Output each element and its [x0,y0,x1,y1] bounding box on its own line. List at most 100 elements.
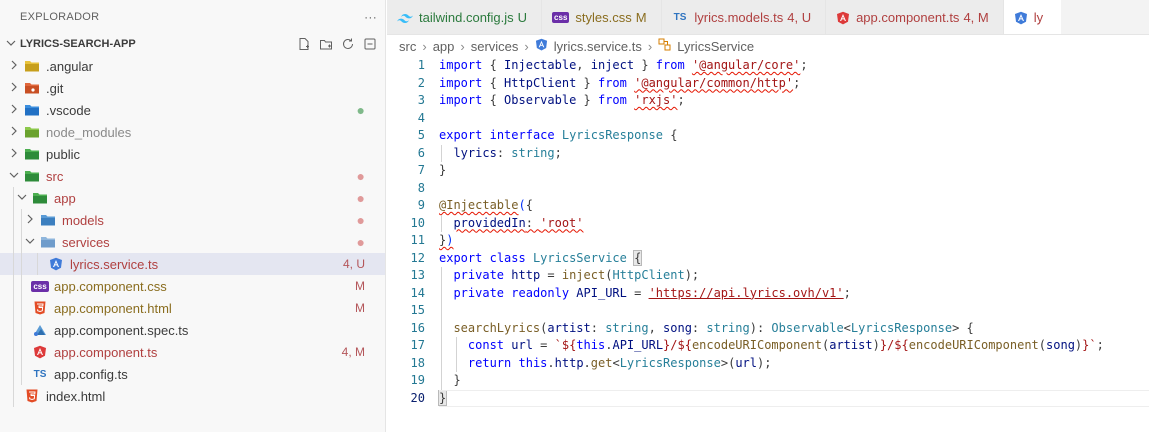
folder-app-icon [32,190,48,206]
status-dot: ● [356,190,365,206]
tree-item-label: app.component.ts [54,344,158,360]
code-line: 3 import { Observable } from 'rxjs'; [387,92,1149,110]
editor-tabs: tailwind.config.js U css styles.css M TS… [387,0,1149,35]
tree-item-angular[interactable]: .angular [0,55,385,77]
typescript-icon: TS [33,368,47,380]
status-dot: ● [356,234,365,250]
indent-guide [21,275,22,297]
tree-item-app-component-html[interactable]: app.component.html M [0,297,385,319]
tree-item-vscode[interactable]: .vscode ● [0,99,385,121]
code-line: 17 const url = `${this.API_URL}/${encode… [387,337,1149,355]
git-status-badge: M [355,301,365,315]
folder-models-icon [40,212,56,228]
tree-item-app-component-css[interactable]: css app.component.css M [0,275,385,297]
breadcrumb-item[interactable]: services [471,39,519,54]
tree-item-label: app.config.ts [54,366,128,382]
breadcrumb-item[interactable]: src [399,39,416,54]
angular-icon [535,38,548,54]
line-number: 4 [417,110,425,125]
import-path: 'rxjs' [634,93,678,107]
line-number: 10 [410,215,425,230]
workspace-title: LYRICS-SEARCH-APP [20,38,136,50]
angular-icon [32,344,48,360]
indent-guide [13,319,14,341]
tree-item-index-html[interactable]: index.html [0,385,385,407]
code-line: 15 [387,302,1149,320]
tree-item-label: src [46,168,64,184]
code-line: 11}) [387,232,1149,250]
collapse-all-icon[interactable] [363,37,377,51]
line-number: 14 [410,285,425,300]
new-folder-icon[interactable] [319,37,333,51]
code-editor[interactable]: 1 import { Injectable, inject } from '@an… [387,57,1149,407]
status-dot: ● [356,212,365,228]
new-file-icon[interactable] [297,37,311,51]
breadcrumb-item[interactable]: lyrics.service.ts [554,39,642,54]
api-url-literal[interactable]: 'https://api.lyrics.ovh/v1' [649,286,844,300]
indent-guide [21,231,22,253]
folder-public-icon [24,146,40,162]
chevron-right-icon [6,60,22,73]
tree-item-label: services [62,234,110,250]
tab-tailwind-config[interactable]: tailwind.config.js U [387,0,543,34]
tree-item-services[interactable]: services ● [0,231,385,253]
import-path: '@angular/core' [691,58,801,72]
git-status-badge: 4, M [341,345,365,359]
tree-item-app-component-spec[interactable]: app.component.spec.ts [0,319,385,341]
indent-guide [13,275,14,297]
tree-item-node-modules[interactable]: node_modules [0,121,385,143]
tab-badge: 4, M [963,10,989,25]
tree-item-lyrics-service[interactable]: lyrics.service.ts 4, U [0,253,385,275]
code-line: 6 lyrics: string; [387,144,1149,162]
html-icon [32,300,48,316]
breadcrumb-item[interactable]: LyricsService [677,39,754,54]
refresh-icon[interactable] [341,37,355,51]
tree-item-label: .angular [46,58,93,74]
indent-guide [13,231,14,253]
tab-lyrics-service-active[interactable]: ly [1003,0,1062,34]
html-icon [24,388,40,404]
indent-guide [37,253,38,275]
code-line: 8 [387,180,1149,198]
tab-lyrics-models[interactable]: TS lyrics.models.ts 4, U [661,0,827,34]
code-line: 2 import { HttpClient } from '@angular/co… [387,75,1149,93]
tree-item-label: .git [46,80,64,96]
code-line: 13 private http = inject(HttpClient); [387,267,1149,285]
tab-label: tailwind.config.js [419,10,514,25]
breadcrumb-item[interactable]: app [433,39,455,54]
tab-label: lyrics.models.ts [694,10,784,25]
tree-item-app-component-ts[interactable]: app.component.ts 4, M [0,341,385,363]
editor-area: tailwind.config.js U css styles.css M TS… [387,0,1149,432]
angular-icon [1014,11,1028,25]
tab-styles-css[interactable]: css styles.css M [542,0,662,34]
indent-guide [21,341,22,363]
workspace-section-header[interactable]: LYRICS-SEARCH-APP [0,33,385,55]
status-dot: ● [356,168,365,184]
line-number: 13 [410,268,425,282]
tab-app-component-ts[interactable]: app.component.ts 4, M [826,0,1004,34]
indent-guide [21,363,22,385]
more-actions-button[interactable]: ··· [364,10,377,24]
tree-item-app[interactable]: app ● [0,187,385,209]
tree-item-label: app.component.html [54,300,172,316]
tree-item-src[interactable]: src ● [0,165,385,187]
line-number: 8 [417,180,425,195]
line-number: 12 [410,250,425,265]
line-number: 3 [417,93,425,107]
css-icon: css [552,12,570,23]
indent-guide [21,253,22,275]
angular-icon [836,11,850,25]
chevron-right-icon [6,82,22,95]
tree-item-git[interactable]: .git [0,77,385,99]
tree-item-label: public [46,146,80,162]
tree-item-models[interactable]: models ● [0,209,385,231]
tree-item-app-config-ts[interactable]: TS app.config.ts [0,363,385,385]
code-line: 5 export interface LyricsResponse { [387,127,1149,145]
tree-item-label: lyrics.service.ts [70,256,159,272]
indent-guide [13,209,14,231]
indent-guide [13,385,14,407]
code-line-current: 20} [387,389,1149,407]
tree-item-public[interactable]: public [0,143,385,165]
chevron-right-icon: › [647,38,653,54]
indent-guide [13,253,14,275]
